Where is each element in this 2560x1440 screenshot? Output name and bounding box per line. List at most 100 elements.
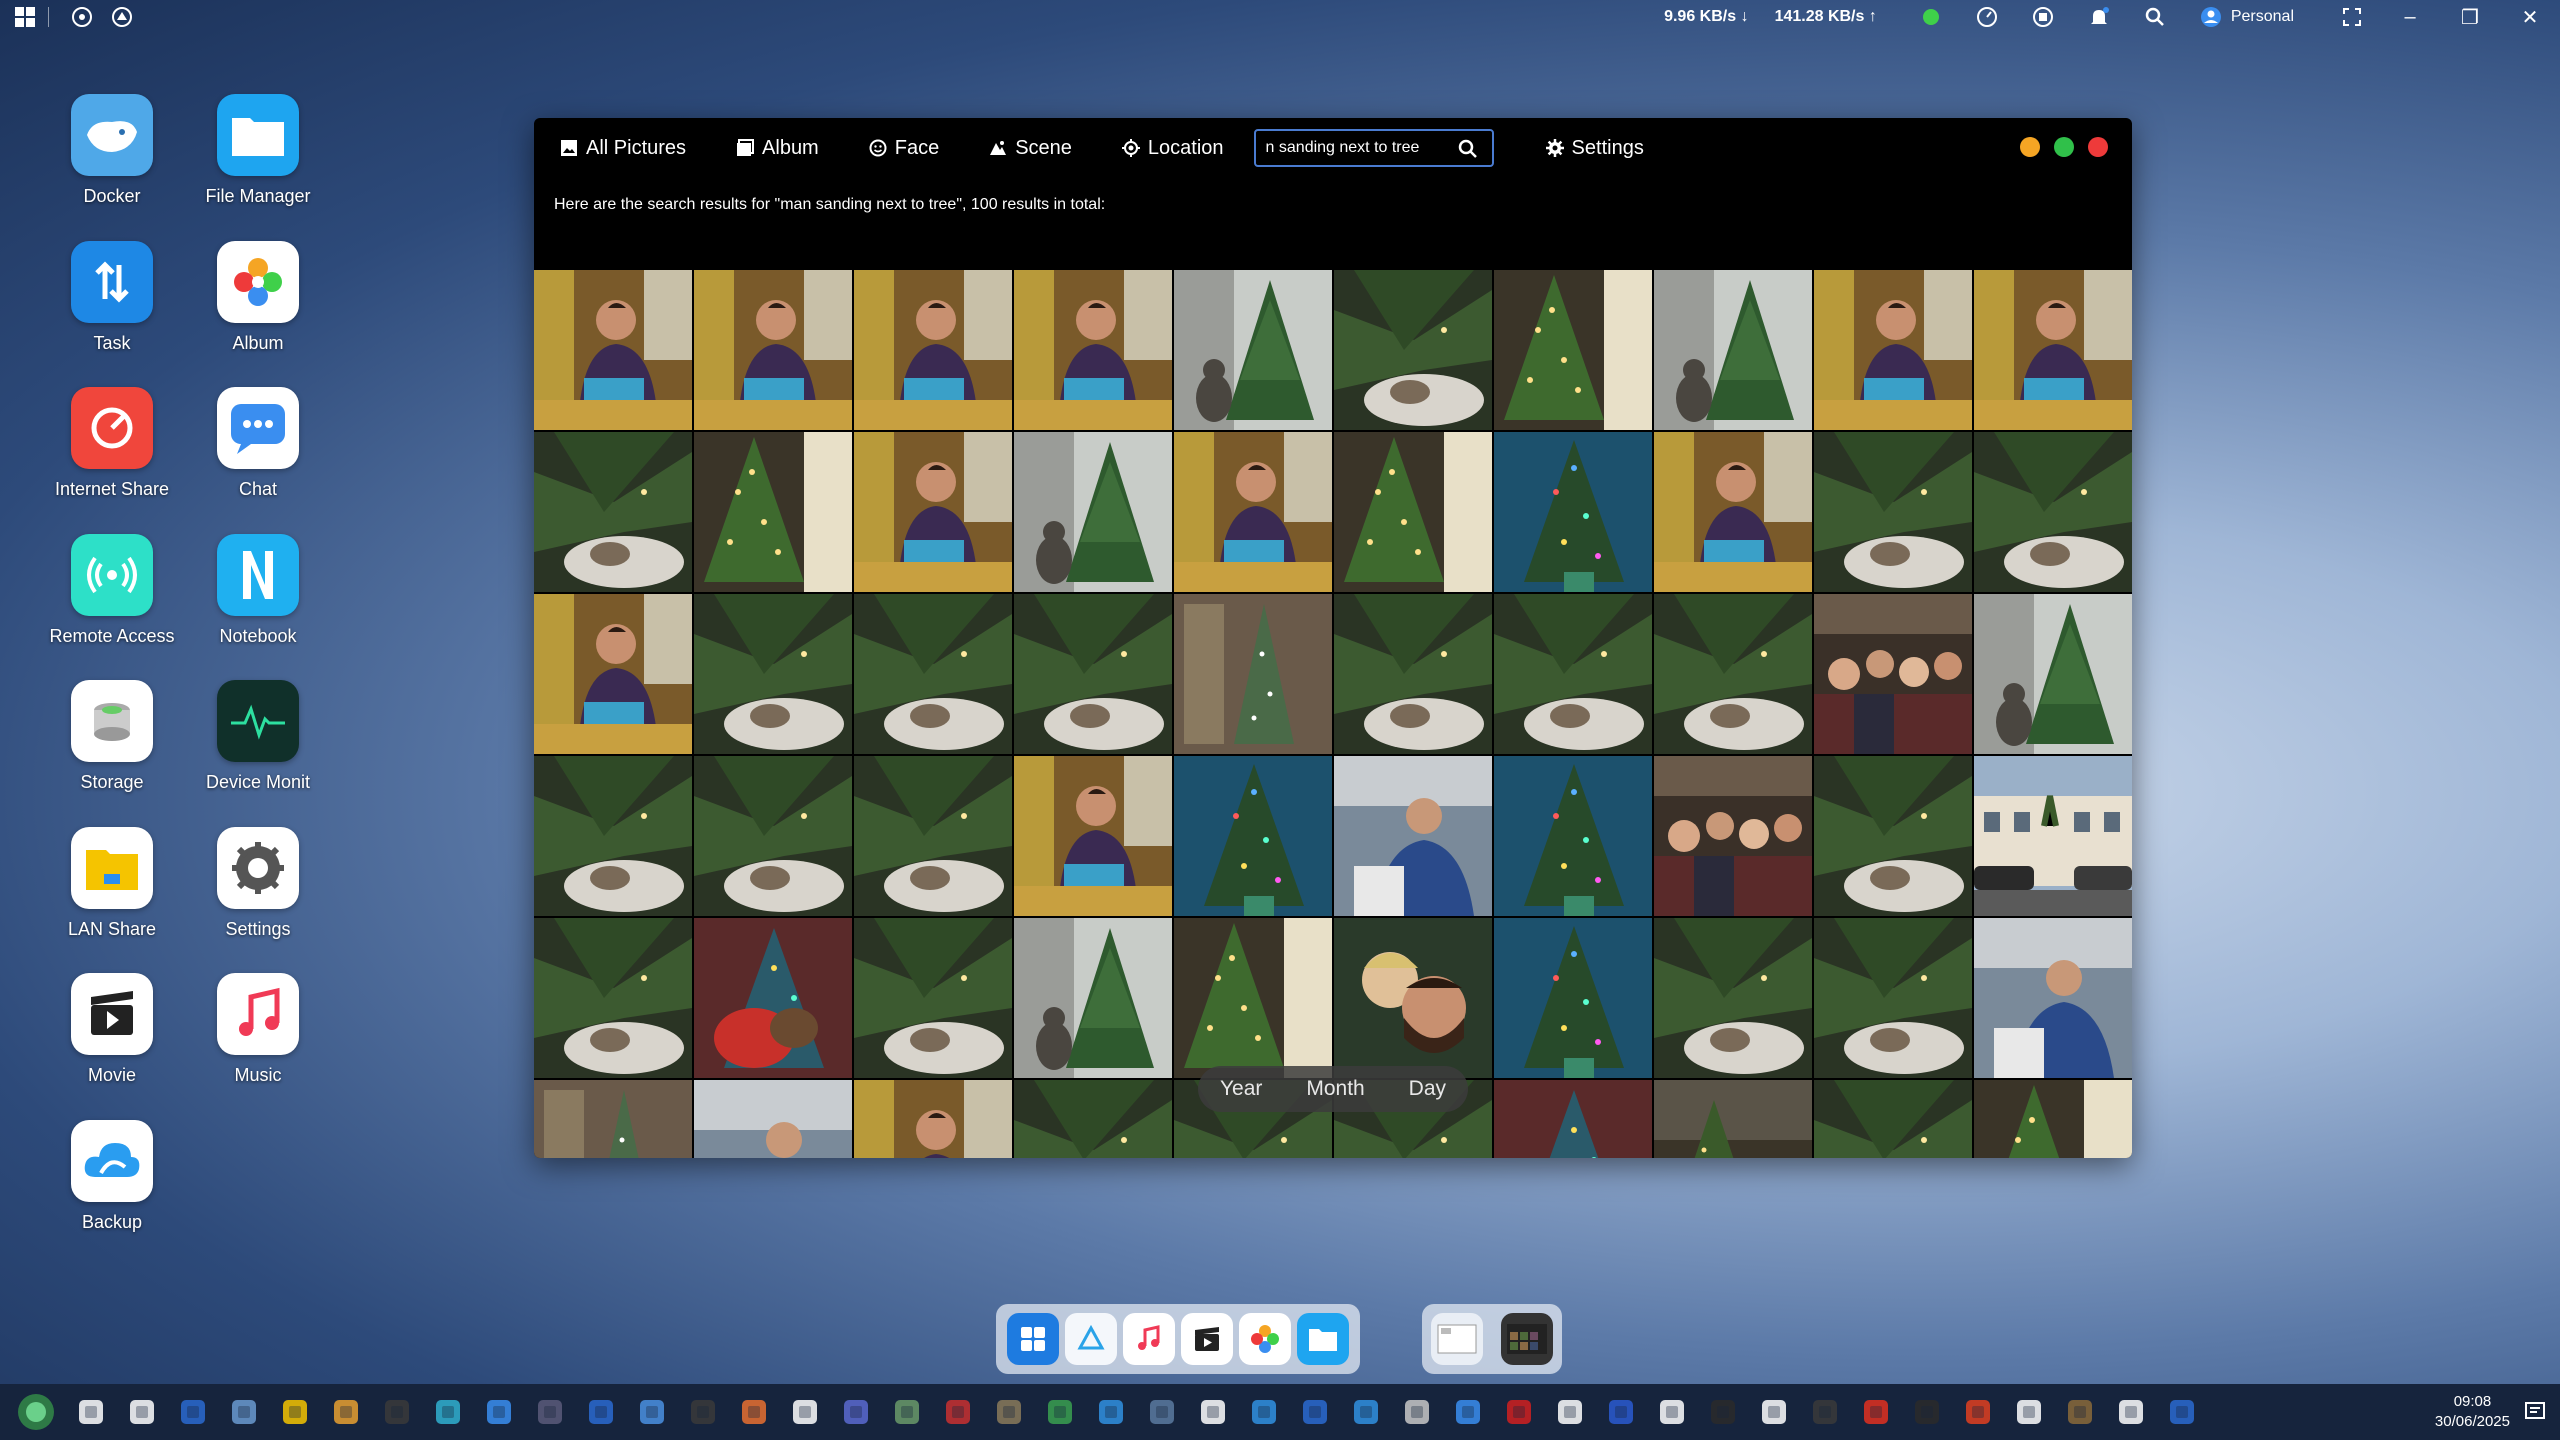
app-icon[interactable] (1601, 1392, 1641, 1432)
task-view-icon[interactable] (71, 1392, 111, 1432)
photo-thumbnail[interactable] (854, 432, 1012, 592)
tab-location[interactable]: Location (1121, 137, 1224, 160)
photo-thumbnail[interactable] (1334, 918, 1492, 1078)
photo-thumbnail[interactable] (1974, 594, 2132, 754)
photo-thumbnail[interactable] (1014, 756, 1172, 916)
desktop-icon-chat[interactable]: Chat (193, 387, 323, 500)
chrome-icon[interactable] (326, 1392, 366, 1432)
app-icon[interactable] (2009, 1392, 2049, 1432)
photo-thumbnail[interactable] (1174, 918, 1332, 1078)
app-switch-icon[interactable] (67, 2, 97, 32)
photo-thumbnail[interactable] (534, 918, 692, 1078)
qq-icon[interactable] (479, 1392, 519, 1432)
action-center-icon[interactable] (2524, 1400, 2546, 1427)
photo-thumbnail[interactable] (1494, 756, 1652, 916)
app-icon[interactable] (734, 1392, 774, 1432)
desktop-icon-movie[interactable]: Movie (47, 973, 177, 1086)
photo-thumbnail[interactable] (1654, 270, 1812, 430)
media-icon[interactable] (377, 1392, 417, 1432)
app-icon[interactable] (1958, 1392, 1998, 1432)
notification-bell-icon[interactable] (2085, 3, 2113, 31)
date-option-year[interactable]: Year (1220, 1077, 1262, 1101)
app-switch-icon-2[interactable] (107, 2, 137, 32)
desktop-icon-backup[interactable]: Backup (47, 1119, 177, 1233)
desktop-icon-file-manager[interactable]: File Manager (193, 94, 323, 207)
window-thumbnail-icon[interactable] (1431, 1313, 1483, 1365)
desktop-icon-storage[interactable]: Storage (47, 680, 177, 793)
settings-icon[interactable] (122, 1392, 162, 1432)
app-store-icon[interactable] (1065, 1313, 1117, 1365)
app-icon[interactable] (1550, 1392, 1590, 1432)
app-icon[interactable] (1652, 1392, 1692, 1432)
search-app-icon[interactable] (428, 1392, 468, 1432)
photo-thumbnail[interactable] (1814, 432, 1972, 592)
sync-icon[interactable] (2029, 3, 2057, 31)
desktop-icon-album[interactable]: Album (193, 240, 323, 354)
photo-thumbnail[interactable] (1974, 1080, 2132, 1158)
app-icon[interactable] (1907, 1392, 1947, 1432)
photo-thumbnail[interactable] (1174, 270, 1332, 430)
tab-album[interactable]: Album (736, 137, 819, 160)
photo-thumbnail[interactable] (854, 756, 1012, 916)
search-icon[interactable] (1458, 139, 1478, 159)
notes-icon[interactable] (224, 1392, 264, 1432)
photo-thumbnail[interactable] (1334, 270, 1492, 430)
photo-thumbnail[interactable] (1494, 270, 1652, 430)
file-manager-icon[interactable] (1297, 1313, 1349, 1365)
photo-thumbnail[interactable] (1174, 594, 1332, 754)
photo-thumbnail[interactable] (1814, 756, 1972, 916)
app-icon[interactable] (1142, 1392, 1182, 1432)
photo-thumbnail[interactable] (1014, 270, 1172, 430)
desktop-icon-docker[interactable]: Docker (47, 94, 177, 207)
app-icon[interactable] (785, 1392, 825, 1432)
photo-thumbnail[interactable] (1494, 1080, 1652, 1158)
taskbar-clock[interactable]: 09:08 30/06/2025 (2435, 1392, 2510, 1432)
zoom-icon[interactable] (1244, 1392, 1284, 1432)
photo-thumbnail[interactable] (1494, 432, 1652, 592)
app-icon[interactable] (1856, 1392, 1896, 1432)
photo-thumbnail[interactable] (1014, 1080, 1172, 1158)
photo-thumbnail[interactable] (1814, 270, 1972, 430)
music-icon[interactable] (1123, 1313, 1175, 1365)
photo-thumbnail[interactable] (854, 918, 1012, 1078)
photo-thumbnail[interactable] (1494, 594, 1652, 754)
photo-thumbnail[interactable] (534, 1080, 692, 1158)
restore-button[interactable]: ❐ (2440, 5, 2500, 30)
word-icon[interactable] (581, 1392, 621, 1432)
photo-thumbnail[interactable] (1174, 756, 1332, 916)
speedometer-icon[interactable] (1973, 3, 2001, 31)
launcher-icon[interactable] (1007, 1313, 1059, 1365)
photo-thumbnail[interactable] (1334, 432, 1492, 592)
photo-thumbnail[interactable] (1654, 1080, 1812, 1158)
app-icon[interactable] (1397, 1392, 1437, 1432)
edge-icon[interactable] (1295, 1392, 1335, 1432)
desktop-icon-task[interactable]: Task (47, 240, 177, 354)
photo-thumbnail[interactable] (1974, 756, 2132, 916)
search-input[interactable] (1255, 139, 1446, 157)
photo-thumbnail[interactable] (1974, 918, 2132, 1078)
desktop-icon-notebook[interactable]: Notebook (193, 533, 323, 647)
windows-start-icon[interactable] (10, 2, 40, 32)
photo-thumbnail[interactable] (1814, 918, 1972, 1078)
desktop-icon-device-monit[interactable]: Device Monit (193, 680, 323, 793)
photos-icon[interactable] (683, 1392, 723, 1432)
outlook-icon[interactable] (632, 1392, 672, 1432)
photo-thumbnail[interactable] (1494, 918, 1652, 1078)
user-avatar-icon[interactable] (2197, 3, 2225, 31)
app-icon[interactable] (1040, 1392, 1080, 1432)
photo-thumbnail[interactable] (534, 756, 692, 916)
photo-thumbnail[interactable] (694, 594, 852, 754)
app-icon[interactable] (836, 1392, 876, 1432)
photo-thumbnail[interactable] (694, 1080, 852, 1158)
photo-thumbnail[interactable] (534, 270, 692, 430)
photo-thumbnail[interactable] (1334, 594, 1492, 754)
app-icon[interactable] (989, 1392, 1029, 1432)
app-icon[interactable] (1091, 1392, 1131, 1432)
app-icon[interactable] (1805, 1392, 1845, 1432)
desktop-icon-settings[interactable]: Settings (193, 826, 323, 940)
fullscreen-icon[interactable] (2338, 3, 2366, 31)
search-icon[interactable] (2141, 3, 2169, 31)
photo-thumbnail[interactable] (1814, 1080, 1972, 1158)
photo-thumbnail[interactable] (1654, 432, 1812, 592)
photo-thumbnail[interactable] (854, 270, 1012, 430)
